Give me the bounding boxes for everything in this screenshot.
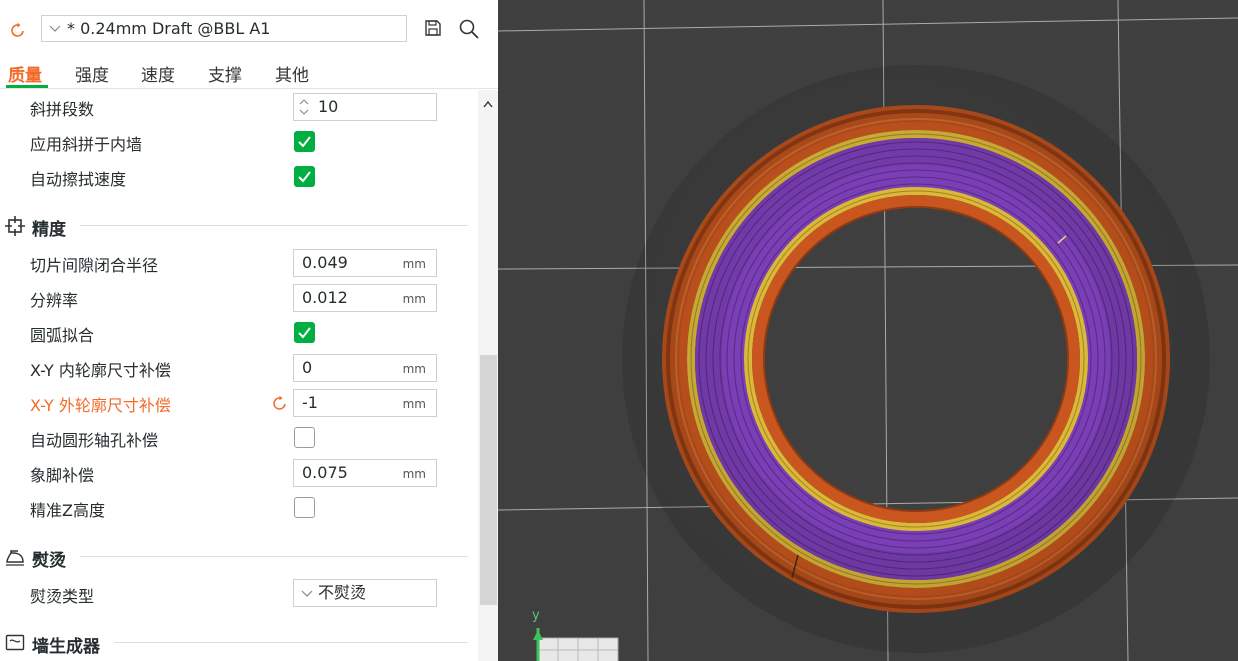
reset-value-icon[interactable] — [272, 395, 288, 411]
auto-wipe-label: 自动擦拭速度 — [30, 170, 127, 189]
unit-label: mm — [402, 257, 426, 271]
group-divider — [80, 225, 468, 226]
xy-contour-label: X-Y 外轮廓尺寸补偿 — [30, 396, 171, 415]
3d-viewport[interactable]: y — [498, 0, 1238, 661]
arc-fitting-checkbox[interactable] — [294, 322, 315, 343]
scarf-steps-value: 10 — [318, 97, 339, 116]
precision-group-title: 精度 — [32, 220, 66, 240]
precise-z-checkbox[interactable] — [294, 497, 315, 518]
scarf-steps-spinner[interactable]: 10 — [293, 93, 437, 121]
auto-hole-label: 自动圆形轴孔补偿 — [30, 431, 159, 450]
wall-generator-icon — [5, 634, 25, 651]
arc-fitting-label: 圆弧拟合 — [30, 326, 95, 345]
scarf-inner-checkbox[interactable] — [294, 131, 315, 152]
tab-speed[interactable]: 速度 — [141, 61, 175, 86]
wall-generator-group-title: 墙生成器 — [32, 637, 100, 657]
xy-hole-value: 0 — [302, 358, 313, 377]
chevron-down-icon — [301, 590, 313, 597]
elephant-foot-label: 象脚补偿 — [30, 466, 95, 485]
search-icon[interactable] — [458, 18, 480, 40]
resolution-value: 0.012 — [302, 288, 348, 307]
preset-value: * 0.24mm Draft @BBL A1 — [67, 19, 271, 38]
spin-arrows-icon[interactable] — [298, 96, 310, 118]
tab-quality[interactable]: 质量 — [8, 61, 42, 86]
chevron-up-icon[interactable] — [482, 99, 494, 109]
xy-contour-input[interactable]: -1 mm — [293, 389, 437, 417]
tab-support[interactable]: 支撑 — [208, 61, 242, 86]
ironing-type-dropdown[interactable]: 不熨烫 — [293, 579, 437, 607]
auto-wipe-checkbox[interactable] — [294, 166, 315, 187]
slice-closing-label: 切片间隙闭合半径 — [30, 256, 159, 275]
tab-strength[interactable]: 强度 — [75, 61, 109, 86]
resolution-input[interactable]: 0.012 mm — [293, 284, 437, 312]
ironing-type-value: 不熨烫 — [318, 583, 367, 602]
resolution-label: 分辨率 — [30, 291, 79, 310]
chevron-down-icon — [49, 25, 61, 32]
sliced-ring-model — [622, 65, 1210, 653]
reset-preset-icon[interactable] — [10, 22, 26, 38]
save-icon[interactable] — [424, 19, 442, 37]
settings-tabs: 质量 强度 速度 支撑 其他 — [0, 58, 498, 88]
auto-hole-checkbox[interactable] — [294, 427, 315, 448]
unit-label: mm — [402, 362, 426, 376]
elephant-foot-input[interactable]: 0.075 mm — [293, 459, 437, 487]
elephant-foot-value: 0.075 — [302, 463, 348, 482]
scarf-inner-label: 应用斜拼于内墙 — [30, 135, 143, 154]
xy-hole-label: X-Y 内轮廓尺寸补偿 — [30, 361, 171, 380]
xy-contour-value: -1 — [302, 393, 318, 412]
xy-hole-input[interactable]: 0 mm — [293, 354, 437, 382]
slice-closing-value: 0.049 — [302, 253, 348, 272]
group-divider — [80, 556, 468, 557]
scrollbar-thumb[interactable] — [480, 355, 497, 605]
ironing-type-label: 熨烫类型 — [30, 587, 95, 606]
iron-icon — [6, 550, 24, 566]
unit-label: mm — [402, 292, 426, 306]
ironing-group-title: 熨烫 — [32, 551, 66, 571]
precise-z-label: 精准Z高度 — [30, 501, 105, 520]
preset-dropdown[interactable]: * 0.24mm Draft @BBL A1 — [41, 15, 407, 42]
tab-others[interactable]: 其他 — [275, 61, 309, 86]
settings-panel: * 0.24mm Draft @BBL A1 质量 强度 速度 支撑 其他 斜拼… — [0, 0, 498, 661]
unit-label: mm — [402, 397, 426, 411]
group-divider — [114, 642, 468, 643]
y-axis-label: y — [532, 608, 540, 623]
tab-divider — [0, 88, 498, 89]
slice-closing-input[interactable]: 0.049 mm — [293, 249, 437, 277]
precision-icon — [5, 216, 25, 236]
unit-label: mm — [402, 467, 426, 481]
scarf-steps-label: 斜拼段数 — [30, 100, 95, 119]
